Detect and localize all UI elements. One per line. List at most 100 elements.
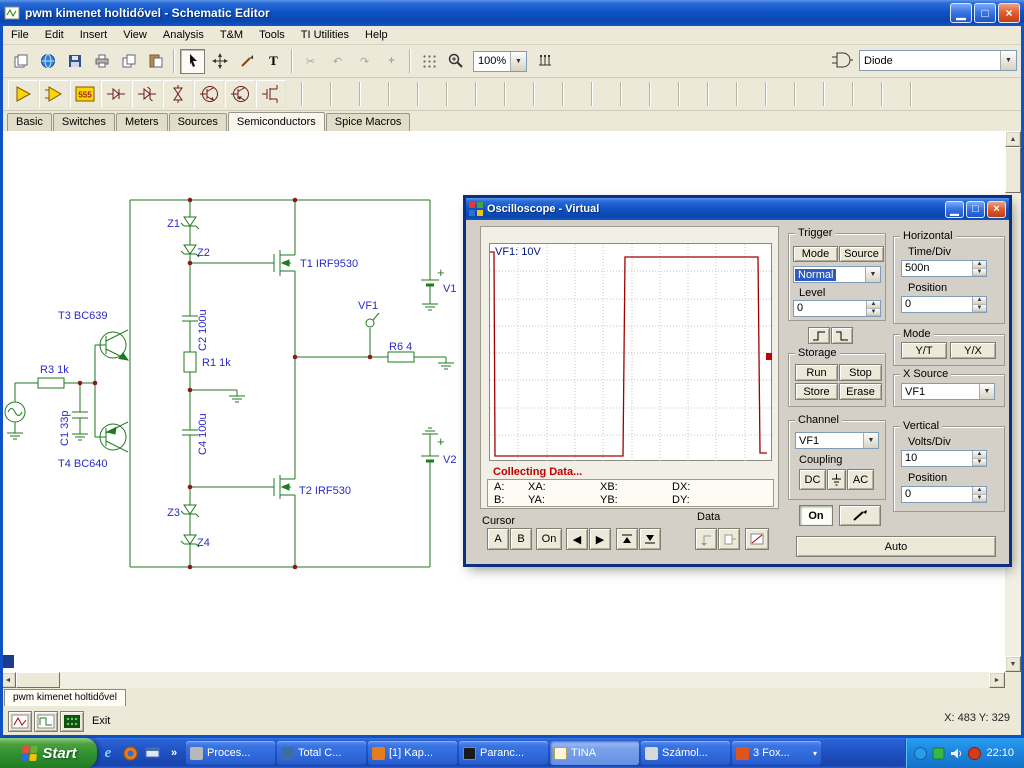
label-v1[interactable]: V1 — [443, 283, 456, 295]
menu-help[interactable]: Help — [357, 27, 396, 43]
trigger-marker[interactable] — [766, 353, 772, 360]
menu-tm[interactable]: T&M — [212, 27, 251, 43]
spinner-down-icon[interactable]: ▼ — [867, 308, 880, 316]
clock[interactable]: 22:10 — [986, 747, 1014, 759]
cursor-on-button[interactable]: On — [536, 528, 562, 550]
save-icon[interactable] — [62, 49, 87, 74]
menu-ti-utilities[interactable]: TI Utilities — [293, 27, 357, 43]
label-r6[interactable]: R6 4 — [389, 341, 412, 353]
menu-file[interactable]: File — [3, 27, 37, 43]
label-v2[interactable]: V2 — [443, 454, 456, 466]
storage-store-button[interactable]: Store — [795, 383, 838, 400]
mode-yx-button[interactable]: Y/X — [950, 342, 996, 359]
spinner-up-icon[interactable]: ▲ — [867, 301, 880, 309]
storage-erase-button[interactable]: Erase — [839, 383, 882, 400]
taskbar-task-proces[interactable]: Proces... — [186, 741, 275, 765]
undo-icon[interactable]: ↶ — [325, 49, 350, 74]
analysis-window-icon[interactable] — [8, 710, 32, 732]
xsource-select[interactable]: VF1 ▼ — [901, 383, 995, 400]
spinner-up-icon[interactable]: ▲ — [973, 487, 986, 495]
label-r3[interactable]: R3 1k — [40, 364, 69, 376]
vertical-position-input[interactable]: 0 ▲ ▼ — [901, 486, 987, 503]
browser-quicklaunch-icon[interactable] — [120, 742, 140, 764]
spinner-up-icon[interactable]: ▲ — [973, 297, 986, 305]
label-c2[interactable]: C2 100u — [197, 309, 209, 351]
chevron-down-icon[interactable]: ▼ — [863, 433, 878, 448]
scroll-right-icon[interactable]: ► — [989, 672, 1005, 688]
chevron-down-icon[interactable]: ▼ — [510, 51, 526, 71]
gate-tool-icon[interactable] — [831, 49, 853, 71]
label-t4[interactable]: T4 BC640 — [58, 458, 108, 470]
zener-diode-icon[interactable] — [132, 80, 162, 108]
coupling-ground-button[interactable] — [827, 469, 846, 490]
comparator-icon[interactable] — [39, 80, 69, 108]
auto-button[interactable]: Auto — [796, 536, 996, 557]
tab-switches[interactable]: Switches — [52, 113, 115, 131]
label-z2[interactable]: Z2 — [197, 247, 210, 259]
mosfet-icon[interactable] — [256, 80, 286, 108]
antivirus-tray-icon[interactable] — [932, 747, 945, 760]
menu-analysis[interactable]: Analysis — [155, 27, 212, 43]
cut-icon[interactable]: ✂ — [298, 49, 323, 74]
cursor-right-icon[interactable]: ▶ — [589, 528, 611, 550]
label-z1[interactable]: Z1 — [167, 218, 180, 230]
pen-tool-icon[interactable] — [234, 49, 259, 74]
label-t1[interactable]: T1 IRF9530 — [300, 258, 358, 270]
chevron-down-icon[interactable]: ▼ — [865, 267, 880, 282]
channel-select[interactable]: VF1 ▼ — [795, 432, 879, 449]
label-c4[interactable]: C4 100u — [197, 413, 209, 455]
taskbar-task-kap[interactable]: [1] Kap... — [368, 741, 457, 765]
trigger-mode-button[interactable]: Mode — [793, 246, 838, 262]
cursor-b-button[interactable]: B — [510, 528, 532, 550]
horizontal-scrollbar[interactable]: ◄ ► — [0, 672, 1005, 688]
zoom-icon[interactable] — [443, 49, 468, 74]
pin-tool-icon[interactable] — [532, 49, 557, 74]
label-z4[interactable]: Z4 — [197, 537, 210, 549]
storage-run-button[interactable]: Run — [795, 364, 838, 381]
data-import-icon[interactable] — [695, 528, 717, 550]
trigger-level-input[interactable]: 0 ▲ ▼ — [793, 300, 881, 317]
diode-icon[interactable] — [101, 80, 131, 108]
vertical-scroll-thumb[interactable] — [1005, 147, 1021, 193]
spinner-up-icon[interactable]: ▲ — [973, 451, 986, 459]
data-export-icon[interactable] — [718, 528, 740, 550]
trigger-rising-edge-button[interactable] — [808, 327, 830, 344]
probe-button[interactable] — [839, 505, 881, 526]
select-tool-icon[interactable] — [180, 48, 205, 74]
start-button[interactable]: Start — [0, 738, 97, 768]
text-tool-icon[interactable]: T — [261, 49, 286, 74]
mode-yt-button[interactable]: Y/T — [901, 342, 947, 359]
spinner-down-icon[interactable]: ▼ — [973, 494, 986, 502]
paste-icon[interactable] — [143, 49, 168, 74]
chevron-down-icon[interactable]: ▼ — [1000, 51, 1016, 70]
menu-tools[interactable]: Tools — [251, 27, 293, 43]
oscilloscope-titlebar[interactable]: Oscilloscope - Virtual ▁ □ × — [466, 198, 1009, 220]
horizontal-scroll-thumb[interactable] — [16, 672, 60, 688]
exit-label[interactable]: Exit — [92, 715, 110, 727]
minimize-button[interactable]: ▁ — [950, 3, 972, 23]
trigger-source-button[interactable]: Source — [839, 246, 884, 262]
oscilloscope-window[interactable]: Oscilloscope - Virtual ▁ □ × VF1: 10V Co… — [466, 198, 1009, 564]
tab-basic[interactable]: Basic — [7, 113, 52, 131]
close-button[interactable]: × — [998, 3, 1020, 23]
spinner-up-icon[interactable]: ▲ — [973, 261, 986, 269]
show-desktop-icon[interactable] — [142, 742, 162, 764]
trigger-falling-edge-button[interactable] — [831, 327, 853, 344]
grid-icon[interactable] — [416, 49, 441, 74]
print-icon[interactable] — [89, 49, 114, 74]
tab-sources[interactable]: Sources — [168, 113, 227, 131]
copy-icon[interactable] — [116, 49, 141, 74]
spinner-down-icon[interactable]: ▼ — [973, 458, 986, 466]
trigger-mode-select[interactable]: Normal ▼ — [793, 266, 881, 283]
web-icon[interactable] — [35, 49, 60, 74]
scroll-up-icon[interactable]: ▲ — [1005, 131, 1021, 147]
channel-on-button[interactable]: On — [799, 505, 833, 526]
pnp-transistor-icon[interactable] — [225, 80, 255, 108]
export-icon[interactable] — [8, 49, 33, 74]
taskbar-task-tina[interactable]: TINA — [550, 741, 639, 765]
cursor-a-button[interactable]: A — [487, 528, 509, 550]
maximize-button[interactable]: □ — [974, 3, 996, 23]
tab-spice-macros[interactable]: Spice Macros — [325, 113, 411, 131]
diac-icon[interactable] — [163, 80, 193, 108]
coupling-ac-button[interactable]: AC — [847, 469, 874, 490]
